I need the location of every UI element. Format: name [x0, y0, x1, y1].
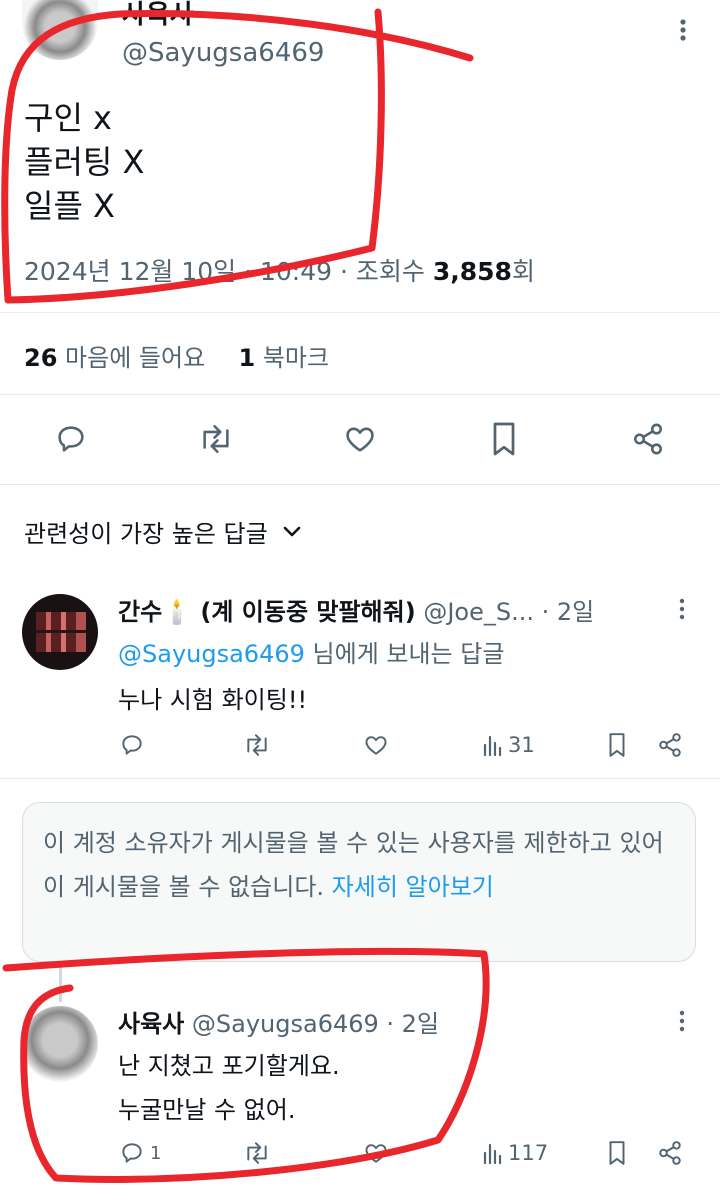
reply2-line: 누굴만날 수 없어. — [118, 1096, 296, 1124]
tweet-meta: 2024년 12월 10일 · 10:49 · 조회수 3,858회 — [24, 257, 535, 286]
reply2-author-name[interactable]: 사육사 — [118, 1010, 184, 1038]
main-author-name[interactable]: 사육사 — [122, 0, 194, 31]
tweet-date[interactable]: 2024년 12월 10일 — [24, 257, 236, 286]
bookmark-icon[interactable] — [606, 1140, 628, 1166]
main-author-avatar[interactable] — [22, 0, 98, 60]
engagement-stats: 26 마음에 들어요 1 북마크 — [24, 338, 329, 373]
share-icon[interactable] — [630, 422, 666, 456]
retweet-icon[interactable] — [242, 732, 272, 758]
likes-count[interactable]: 26 — [24, 344, 57, 372]
main-more-icon[interactable] — [673, 18, 693, 42]
reply2-header: 사육사 @Sayugsa6469 · 2일 — [118, 1004, 439, 1039]
main-tweet-line: 구인 x — [24, 99, 112, 137]
reply1-author-name[interactable]: 간수🕯️ (계 이동중 맞팔해줘) — [118, 598, 416, 626]
reply1-handle[interactable]: @Joe_S... — [423, 598, 534, 626]
reply1-header: 간수🕯️ (계 이동중 맞팔해줘) @Joe_S... · 2일 — [118, 592, 678, 627]
reply-sort-label: 관련성이 가장 높은 답글 — [24, 520, 268, 548]
reply1-avatar[interactable] — [22, 594, 98, 670]
views-label: 조회수 — [355, 257, 425, 286]
divider — [0, 394, 720, 395]
divider — [0, 484, 720, 485]
reply2-text: 난 지쳤고 포기할게요. 누굴만날 수 없어. — [118, 1044, 340, 1132]
reply1-views-count: 31 — [508, 733, 535, 757]
reply2-more-icon[interactable] — [674, 1010, 690, 1032]
views-suffix: 회 — [511, 257, 535, 286]
reply1-context: @Sayugsa6469 님에게 보내는 답글 — [118, 634, 504, 669]
reply1-context-suffix: 님에게 보내는 답글 — [312, 640, 505, 668]
tweet-time[interactable]: 10:49 — [260, 257, 332, 286]
reply1-more-icon[interactable] — [674, 598, 690, 620]
reply-icon — [118, 1140, 146, 1166]
chevron-down-icon — [282, 525, 302, 539]
reply2-avatar[interactable] — [22, 1006, 98, 1082]
reply2-handle[interactable]: @Sayugsa6469 — [192, 1010, 379, 1038]
views-icon — [482, 1141, 504, 1165]
reply2-replies[interactable]: 1 — [118, 1140, 161, 1166]
reply2-time[interactable]: · 2일 — [386, 1010, 439, 1038]
reply1-mention-link[interactable]: @Sayugsa6469 — [118, 640, 305, 668]
divider — [0, 312, 720, 313]
divider — [0, 778, 720, 779]
reply1-text: 누나 시험 화이팅!! — [118, 686, 308, 714]
reply2-replies-count: 1 — [150, 1142, 162, 1164]
reply-icon[interactable] — [118, 732, 146, 758]
share-icon[interactable] — [656, 732, 684, 758]
likes-label[interactable]: 마음에 들어요 — [65, 344, 205, 372]
bookmarks-count[interactable]: 1 — [238, 344, 255, 372]
like-icon[interactable] — [342, 422, 378, 456]
reply1-time[interactable]: · 2일 — [542, 598, 595, 626]
restricted-notice: 이 계정 소유자가 게시물을 볼 수 있는 사용자를 제한하고 있어 이 게시물… — [22, 802, 696, 962]
retweet-icon[interactable] — [242, 1140, 272, 1166]
views-count: 3,858 — [432, 257, 512, 286]
reply2-line: 난 지쳤고 포기할게요. — [118, 1052, 340, 1080]
views-icon — [482, 733, 504, 757]
retweet-icon[interactable] — [196, 422, 236, 456]
bookmarks-label[interactable]: 북마크 — [263, 344, 329, 372]
main-author-handle[interactable]: @Sayugsa6469 — [122, 38, 324, 68]
learn-more-link[interactable]: 자세히 알아보기 — [332, 873, 494, 901]
reply1-views[interactable]: 31 — [482, 733, 535, 757]
reply2-views-count: 117 — [508, 1141, 549, 1165]
thread-connector — [59, 962, 62, 1002]
share-icon[interactable] — [656, 1140, 684, 1166]
main-tweet-text: 구인 x 플러팅 X 일플 X — [24, 96, 144, 228]
reply-sort-selector[interactable]: 관련성이 가장 높은 답글 — [24, 514, 302, 549]
reply2-views[interactable]: 117 — [482, 1141, 548, 1165]
bookmark-icon[interactable] — [488, 421, 520, 457]
bookmark-icon[interactable] — [606, 732, 628, 758]
like-icon[interactable] — [362, 732, 390, 758]
main-tweet-line: 플러팅 X — [24, 143, 145, 181]
reply-icon[interactable] — [53, 422, 89, 456]
main-tweet-line: 일플 X — [24, 187, 115, 225]
like-icon[interactable] — [362, 1140, 390, 1166]
